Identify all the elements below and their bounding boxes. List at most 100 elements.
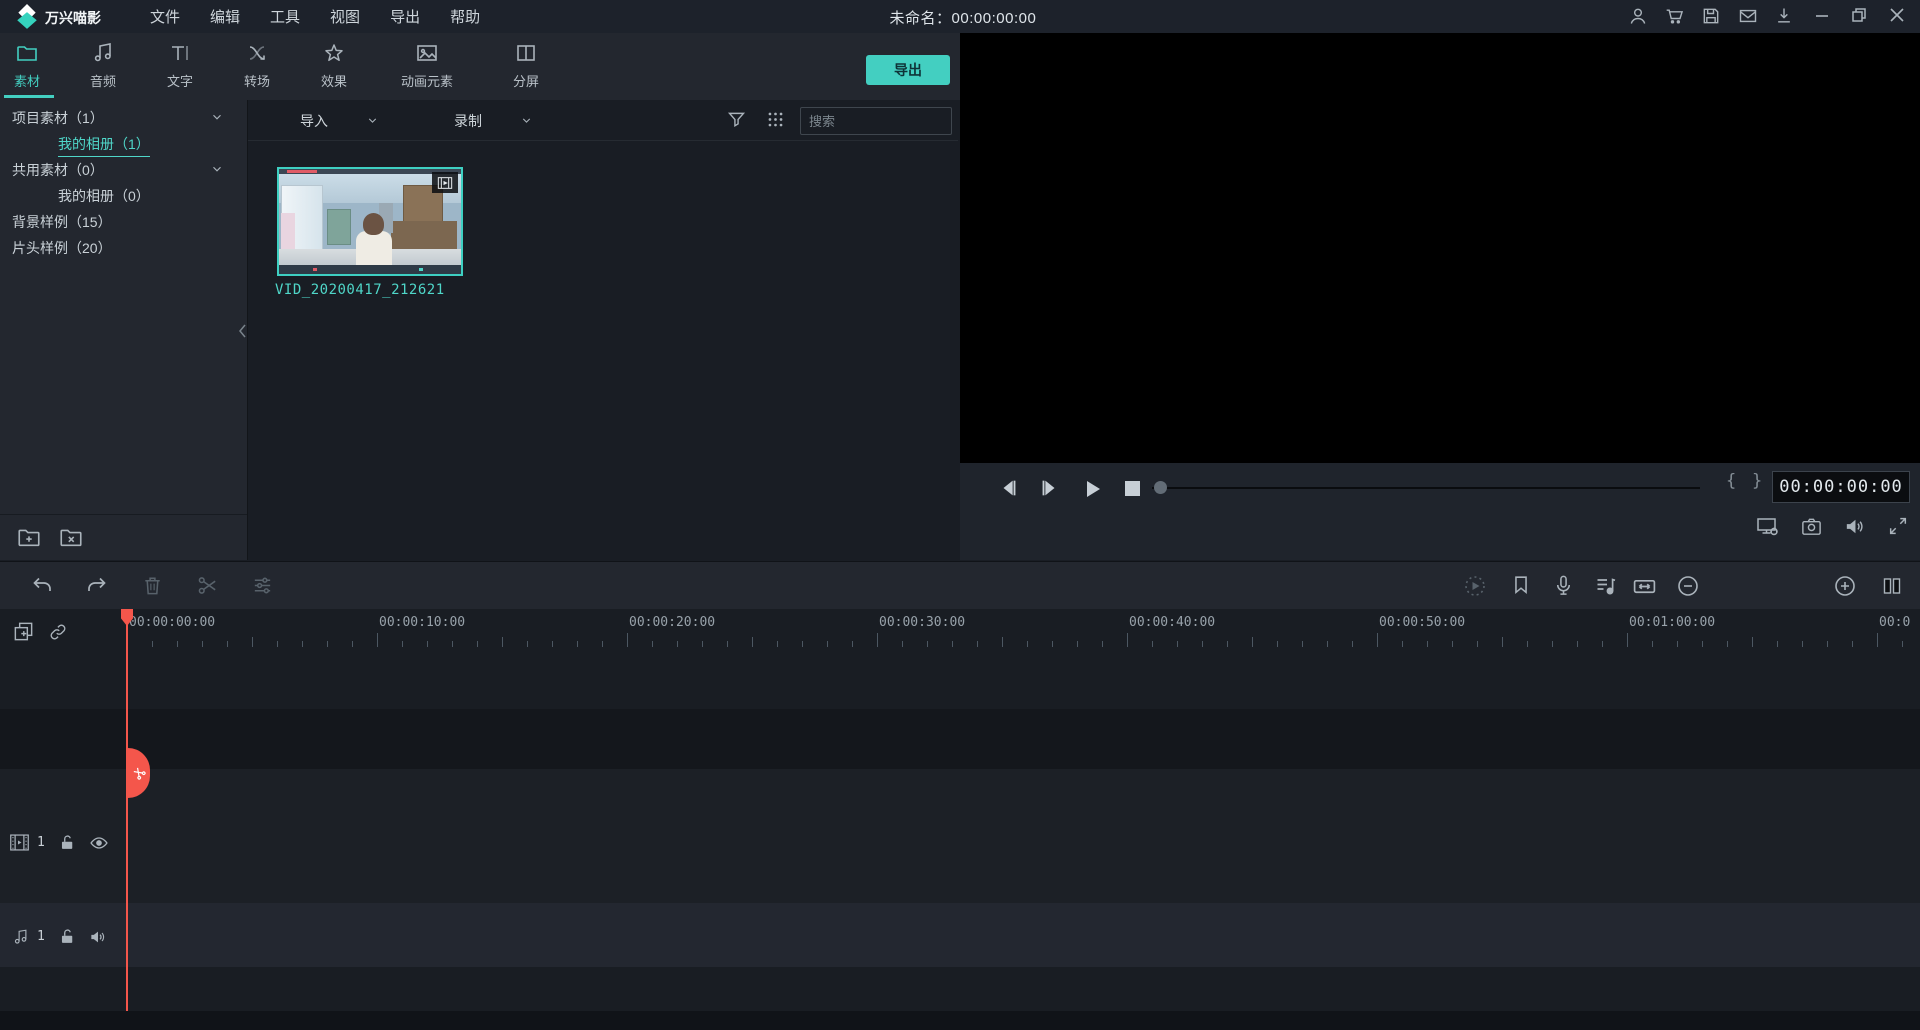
ruler-tick xyxy=(852,641,853,647)
timeline-ruler[interactable]: 00:00:00:00 00:00:10:00 00:00:20:00 00:0… xyxy=(0,609,1920,650)
sidebar-item-my-album-0[interactable]: 我的相册（0） xyxy=(58,186,150,206)
audio-track-volume-icon[interactable] xyxy=(88,927,108,947)
ruler-tick xyxy=(502,637,503,647)
preview-video-area[interactable] xyxy=(960,33,1920,463)
fit-timeline-icon[interactable] xyxy=(1632,574,1657,599)
menu-help[interactable]: 帮助 xyxy=(448,6,482,27)
link-icon[interactable] xyxy=(48,622,68,642)
zoom-out-icon[interactable] xyxy=(1676,574,1700,598)
export-button[interactable]: 导出 xyxy=(866,55,950,85)
cut-icon[interactable] xyxy=(196,574,219,597)
record-chevron-icon[interactable] xyxy=(520,114,533,127)
track-panels-icon[interactable] xyxy=(1880,574,1904,598)
media-toolbar: 导入 录制 xyxy=(248,100,958,141)
display-settings-icon[interactable] xyxy=(1756,515,1780,539)
audio-lock-icon[interactable] xyxy=(58,927,77,946)
active-tab-underline xyxy=(4,95,54,98)
snapshot-icon[interactable] xyxy=(1800,515,1823,538)
add-folder-icon[interactable] xyxy=(16,525,42,551)
previous-frame-icon[interactable] xyxy=(998,477,1020,499)
scene-person-body xyxy=(356,231,392,265)
adjust-icon[interactable] xyxy=(251,574,274,597)
chevron-down-icon[interactable] xyxy=(210,110,224,124)
preview-panel: { } 00:00:00:00 xyxy=(960,33,1920,560)
zoom-in-icon[interactable] xyxy=(1833,574,1857,598)
ruler-tick xyxy=(1277,641,1278,647)
sidebar-item-my-album-1[interactable]: 我的相册（1） xyxy=(58,134,150,157)
volume-icon[interactable] xyxy=(1843,515,1866,538)
account-icon[interactable] xyxy=(1628,6,1648,26)
restore-icon[interactable] xyxy=(1850,6,1868,24)
tab-transitions[interactable]: 转场 xyxy=(234,41,280,90)
menu-tools[interactable]: 工具 xyxy=(268,6,302,27)
ruler-label: 00:00:50:00 xyxy=(1379,615,1465,630)
video-track-number: 1 xyxy=(37,835,45,850)
filter-icon[interactable] xyxy=(726,109,747,130)
add-track-icon[interactable] xyxy=(12,620,35,643)
tab-text[interactable]: 文字 xyxy=(157,41,203,90)
audio-track[interactable] xyxy=(0,903,1920,967)
redo-icon[interactable] xyxy=(85,574,109,598)
sidebar-item-shared-media[interactable]: 共用素材（0） xyxy=(12,160,104,180)
ruler-tick xyxy=(352,641,353,647)
cart-icon[interactable] xyxy=(1665,6,1685,26)
fullscreen-icon[interactable] xyxy=(1887,515,1909,537)
mark-out-icon[interactable]: } xyxy=(1752,471,1762,491)
menu-file[interactable]: 文件 xyxy=(148,6,182,27)
ruler-tick xyxy=(727,641,728,647)
menu-export[interactable]: 导出 xyxy=(388,6,422,27)
media-clip-thumbnail[interactable] xyxy=(277,167,463,276)
ruler-tick xyxy=(1577,641,1578,647)
mark-in-icon[interactable]: { xyxy=(1726,471,1736,491)
video-track[interactable] xyxy=(0,769,1920,903)
download-icon[interactable] xyxy=(1774,6,1794,26)
chevron-down-icon[interactable] xyxy=(210,162,224,176)
tab-splitscreen[interactable]: 分屏 xyxy=(503,41,549,90)
menu-view[interactable]: 视图 xyxy=(328,6,362,27)
split-screen-icon xyxy=(514,41,538,65)
mail-icon[interactable] xyxy=(1738,6,1758,26)
ruler-tick xyxy=(1152,641,1153,647)
tab-media[interactable]: 素材 xyxy=(4,41,50,90)
ruler-tick xyxy=(602,641,603,647)
delete-folder-icon[interactable] xyxy=(58,525,84,551)
undo-icon[interactable] xyxy=(30,574,54,598)
playhead[interactable] xyxy=(126,609,128,1011)
sidebar-item-intro-samples[interactable]: 片头样例（20） xyxy=(12,238,112,258)
play-icon[interactable] xyxy=(1080,477,1104,501)
ruler-tick xyxy=(1777,641,1778,647)
video-visibility-eye-icon[interactable] xyxy=(88,833,110,853)
voiceover-mic-icon[interactable] xyxy=(1552,574,1575,597)
ruler-tick xyxy=(1327,641,1328,647)
grid-view-icon[interactable] xyxy=(766,110,785,129)
import-chevron-icon[interactable] xyxy=(366,114,379,127)
sidebar-item-project-media[interactable]: 项目素材（1） xyxy=(12,108,104,128)
menu-edit[interactable]: 编辑 xyxy=(208,6,242,27)
delete-icon[interactable] xyxy=(141,574,164,597)
import-button[interactable]: 导入 xyxy=(300,111,328,131)
tab-elements[interactable]: 动画元素 xyxy=(385,41,469,90)
ruler-tick xyxy=(427,641,428,647)
ruler-tick xyxy=(1102,641,1103,647)
tab-audio[interactable]: 音频 xyxy=(80,41,126,90)
stop-icon[interactable] xyxy=(1124,480,1141,497)
minimize-icon[interactable] xyxy=(1814,8,1830,24)
seek-thumb[interactable] xyxy=(1154,481,1167,494)
next-frame-icon[interactable] xyxy=(1038,477,1060,499)
video-lock-icon[interactable] xyxy=(58,833,77,852)
media-clip-name[interactable]: VID_20200417_212621 xyxy=(275,282,445,298)
ruler-tick xyxy=(1377,633,1378,647)
ruler-tick xyxy=(927,641,928,647)
sidebar-item-background-samples[interactable]: 背景样例（15） xyxy=(12,212,112,232)
tab-effects[interactable]: 效果 xyxy=(311,41,357,90)
marker-icon[interactable] xyxy=(1510,574,1532,596)
ruler-tick xyxy=(1727,641,1728,647)
close-icon[interactable] xyxy=(1888,6,1906,24)
seek-bar[interactable] xyxy=(1152,487,1700,489)
record-button[interactable]: 录制 xyxy=(454,111,482,131)
audio-mixer-icon[interactable] xyxy=(1594,574,1618,598)
panel-collapse-icon[interactable] xyxy=(238,318,248,344)
ruler-tick xyxy=(1202,641,1203,647)
save-icon[interactable] xyxy=(1701,6,1721,26)
render-preview-icon[interactable] xyxy=(1463,574,1487,598)
